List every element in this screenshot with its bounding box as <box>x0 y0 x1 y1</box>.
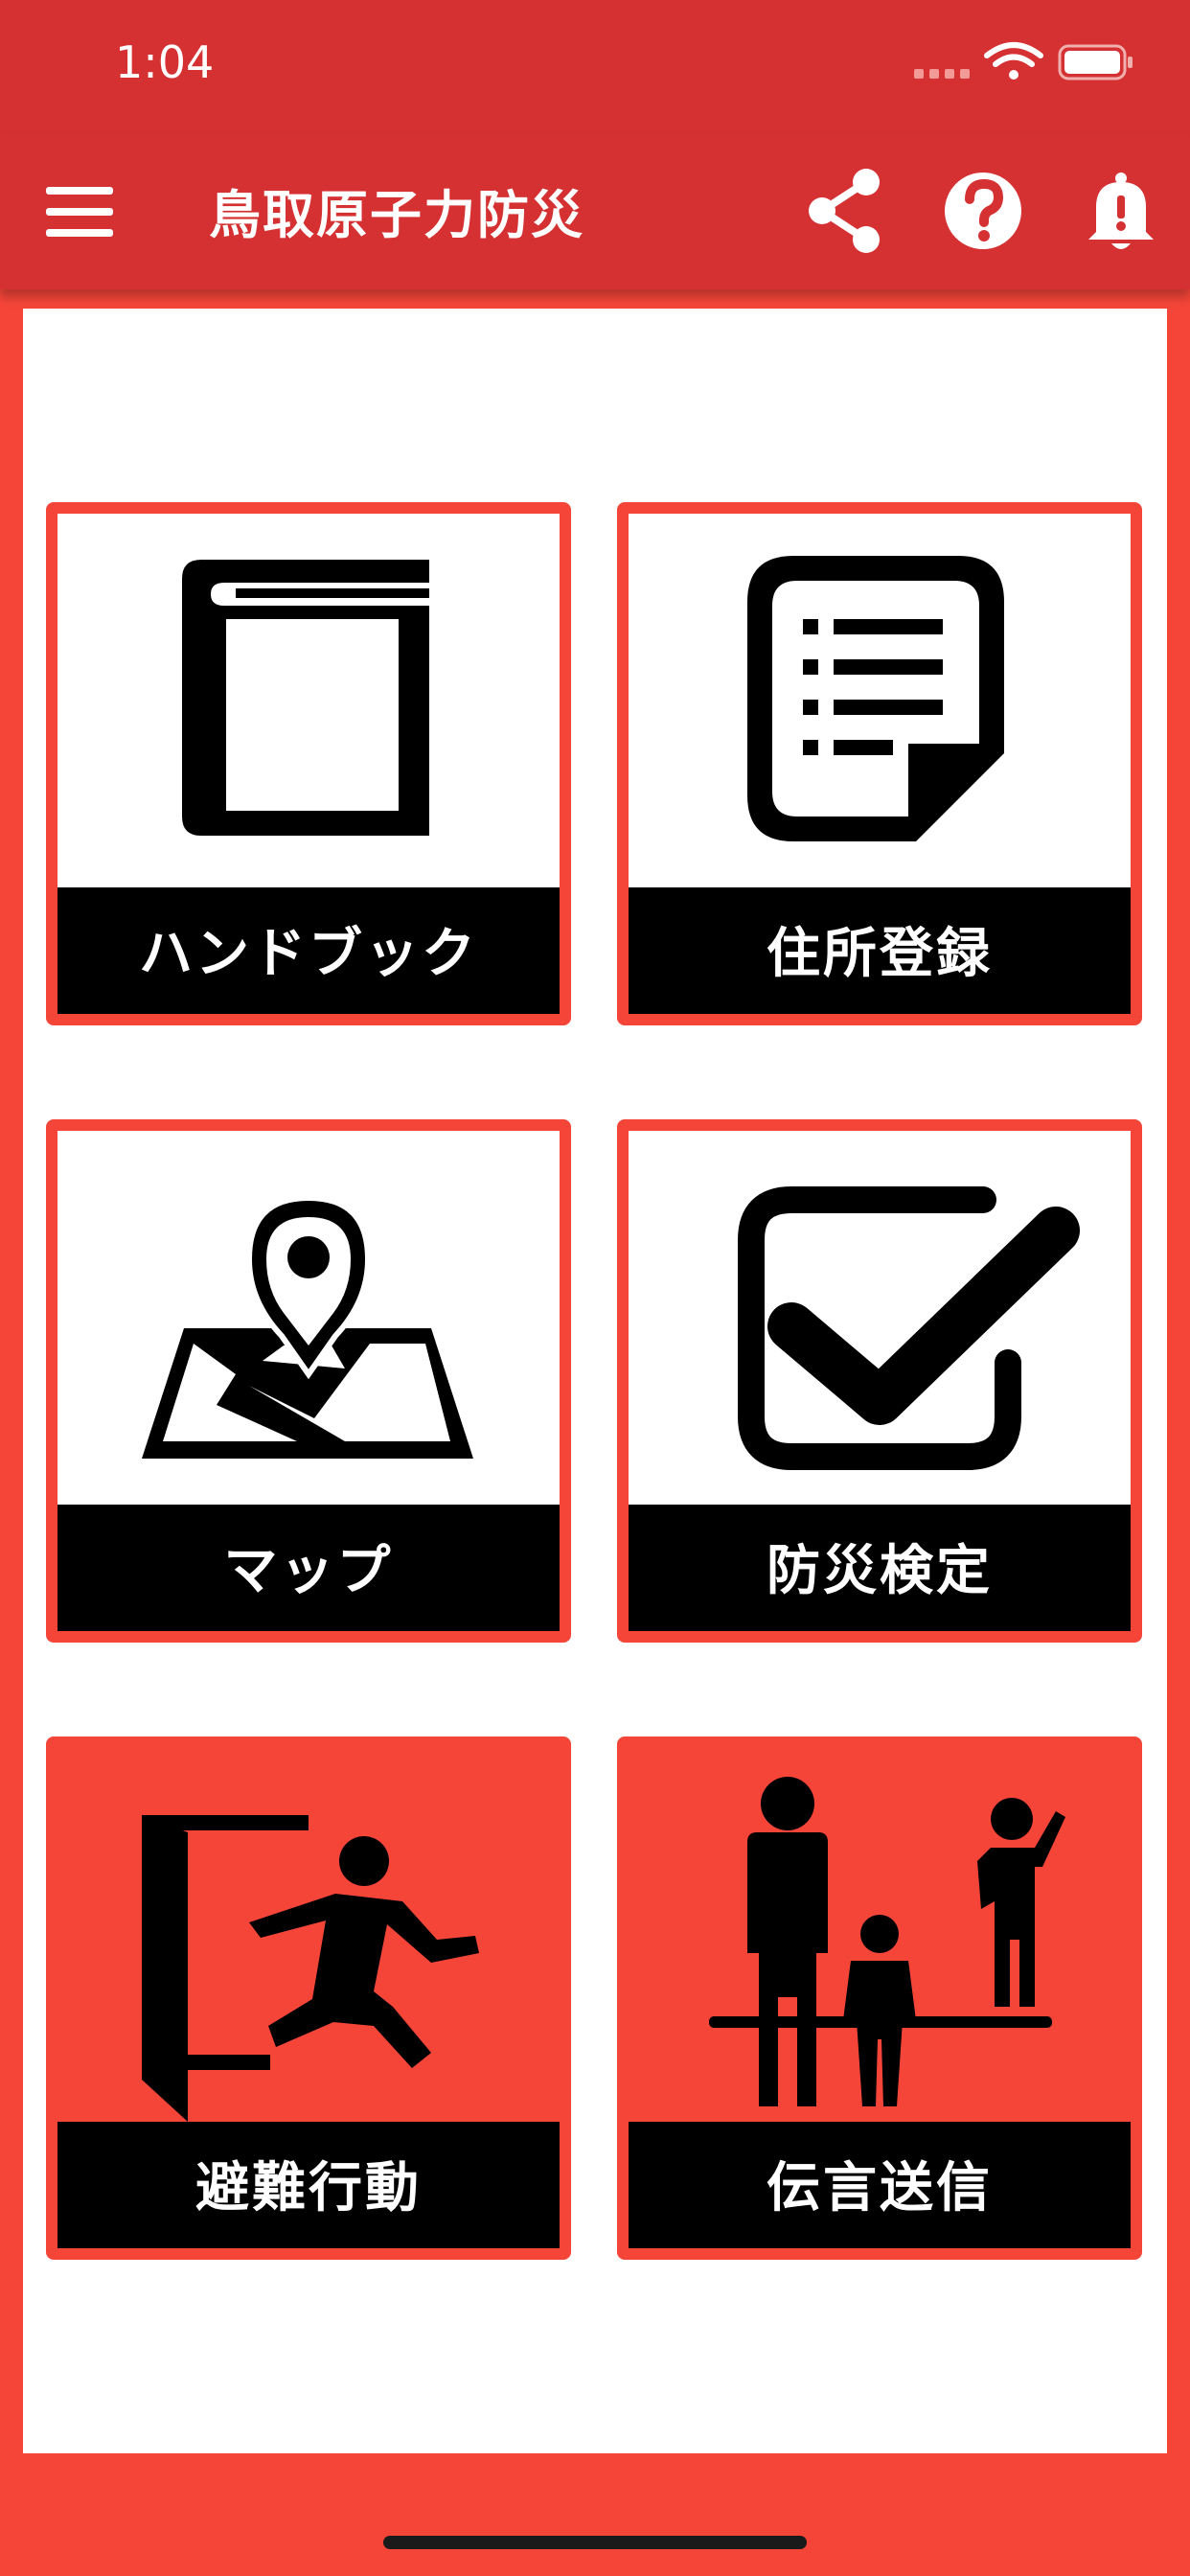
document-list-icon <box>747 556 1004 841</box>
signal-icon <box>914 69 970 79</box>
status-bar: 1:04 <box>0 0 1190 134</box>
tile-message-send[interactable]: 伝言送信 <box>617 1736 1142 2260</box>
book-icon <box>182 560 429 836</box>
tile-label: 住所登録 <box>629 887 1131 1014</box>
map-pin-icon <box>142 1194 473 1459</box>
family-icon <box>709 1777 1065 2106</box>
battery-icon <box>1058 44 1133 80</box>
tile-label: ハンドブック <box>57 887 560 1014</box>
app-title: 鳥取原子力防災 <box>209 185 584 245</box>
status-time: 1:04 <box>115 36 215 88</box>
app-header: 鳥取原子力防災 <box>0 134 1190 289</box>
tile-label: マップ <box>57 1505 560 1631</box>
status-icons <box>914 42 1133 80</box>
tile-handbook[interactable]: ハンドブック <box>46 502 571 1025</box>
tile-address-registration[interactable]: 住所登録 <box>617 502 1142 1025</box>
tile-label: 避難行動 <box>57 2122 560 2248</box>
tile-evacuation[interactable]: 避難行動 <box>46 1736 571 2260</box>
tile-map[interactable]: マップ <box>46 1119 571 1643</box>
tile-label: 伝言送信 <box>629 2122 1131 2248</box>
running-exit-icon <box>142 1815 479 2122</box>
checkbox-check-icon <box>738 1186 1080 1470</box>
tile-label: 防災検定 <box>629 1505 1131 1631</box>
wifi-icon <box>984 42 1043 80</box>
hamburger-menu-icon[interactable] <box>46 183 113 241</box>
tile-disaster-quiz[interactable]: 防災検定 <box>617 1119 1142 1643</box>
help-icon[interactable] <box>937 165 1029 257</box>
home-indicator[interactable] <box>383 2536 807 2549</box>
bell-icon[interactable] <box>1075 165 1167 257</box>
share-icon[interactable] <box>799 165 891 257</box>
